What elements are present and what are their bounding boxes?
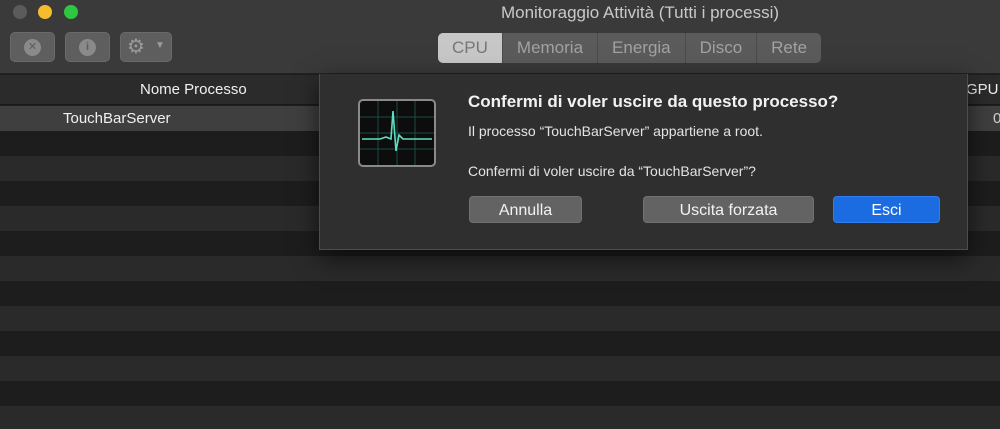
heartbeat-graph-icon bbox=[360, 101, 434, 165]
tab-energia[interactable]: Energia bbox=[598, 33, 686, 63]
quit-button[interactable]: Esci bbox=[833, 196, 940, 223]
info-icon: i bbox=[79, 39, 96, 56]
column-header-process-name[interactable]: Nome Processo bbox=[140, 81, 247, 98]
cancel-button[interactable]: Annulla bbox=[469, 196, 582, 223]
tab-rete[interactable]: Rete bbox=[757, 33, 821, 63]
dialog-title: Confermi di voler uscire da questo proce… bbox=[468, 92, 839, 111]
table-row-empty bbox=[0, 331, 1000, 356]
zoom-window-button[interactable] bbox=[64, 5, 78, 19]
table-row-empty bbox=[0, 356, 1000, 381]
gpu-cell: 0 bbox=[993, 110, 1000, 127]
gear-icon: ⚙ bbox=[127, 36, 145, 58]
window-title: Monitoraggio Attività (Tutti i processi) bbox=[500, 3, 780, 22]
tab-disco[interactable]: Disco bbox=[686, 33, 758, 63]
close-window-button[interactable] bbox=[13, 5, 27, 19]
action-menu-button[interactable]: ⚙ ▼ bbox=[120, 32, 172, 62]
table-row-empty bbox=[0, 381, 1000, 406]
table-row-empty bbox=[0, 256, 1000, 281]
column-header-gpu[interactable]: GPU bbox=[966, 81, 999, 98]
process-name-cell: TouchBarServer bbox=[63, 110, 171, 127]
inspect-process-button[interactable]: i bbox=[65, 32, 110, 62]
dialog-owner-message: Il processo “TouchBarServer” appartiene … bbox=[468, 123, 763, 139]
chevron-down-icon: ▼ bbox=[155, 40, 165, 51]
quit-process-dialog: Confermi di voler uscire da questo proce… bbox=[319, 74, 968, 250]
force-quit-button[interactable]: Uscita forzata bbox=[643, 196, 814, 223]
minimize-window-button[interactable] bbox=[38, 5, 52, 19]
category-tabs: CPU Memoria Energia Disco Rete bbox=[438, 33, 822, 63]
table-row-empty bbox=[0, 281, 1000, 306]
activity-monitor-app-icon bbox=[358, 99, 436, 167]
dialog-confirm-message: Confermi di voler uscire da “TouchBarSer… bbox=[468, 163, 756, 179]
x-in-circle-icon: ✕ bbox=[24, 39, 41, 56]
tab-memoria[interactable]: Memoria bbox=[503, 33, 599, 63]
table-row-empty bbox=[0, 406, 1000, 429]
toolbar: Monitoraggio Attività (Tutti i processi)… bbox=[0, 0, 1000, 74]
tab-cpu[interactable]: CPU bbox=[438, 33, 503, 63]
stop-process-button[interactable]: ✕ bbox=[10, 32, 55, 62]
table-row-empty bbox=[0, 306, 1000, 331]
